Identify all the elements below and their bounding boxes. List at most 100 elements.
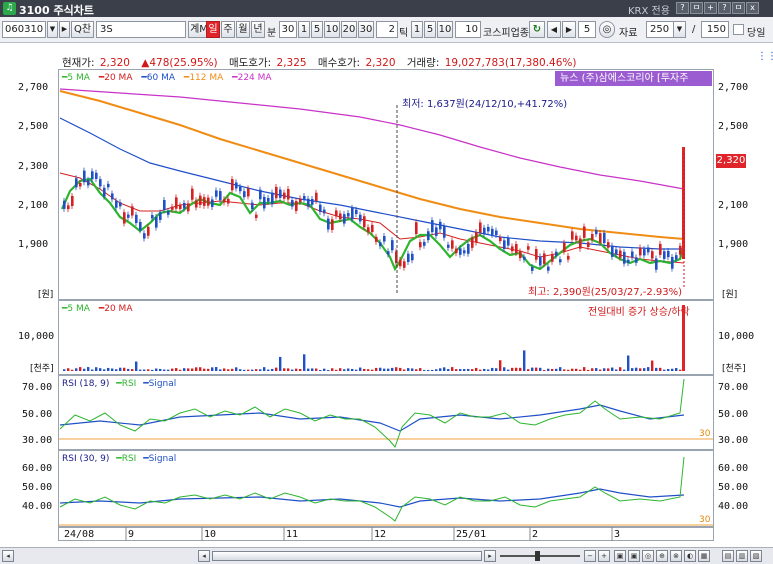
chart-area: 현재가: 2,320 ▲478(25.95%) 매도호가: 2,325 매수호가… [0, 43, 773, 547]
tool2-icon[interactable]: ▣ [628, 550, 640, 562]
tick2-input[interactable]: 10 [455, 21, 481, 38]
zoom-slider-track[interactable] [500, 555, 580, 557]
rsi2-y-label: 50.00 [22, 482, 53, 493]
zoom-slider-handle[interactable] [535, 551, 540, 561]
zoom-in-icon[interactable]: + [598, 550, 610, 562]
price-unit-right: [원] [722, 290, 738, 300]
tool6-icon[interactable]: ◐ [684, 550, 696, 562]
rsi1-y-label: 50.00 [22, 409, 53, 420]
add-button[interactable]: + [704, 2, 717, 14]
volume-unit-left: [천주] [30, 364, 54, 374]
zoom-out-icon[interactable]: − [584, 550, 596, 562]
tool10-icon[interactable]: ▧ [750, 550, 762, 562]
current-price-label: 현재가: [62, 57, 95, 69]
price-legend: ━5 MA ━20 MA ━60 MA ━112 MA ━224 MA [62, 73, 272, 83]
scroll-start-icon[interactable]: ◂ [198, 550, 210, 562]
price-unit-left: [원] [38, 290, 54, 300]
volume-legend: ━5 MA ━20 MA [62, 304, 133, 314]
price-y-label: 2,300 [18, 161, 49, 172]
next-arrow-icon[interactable]: ▶ [59, 21, 70, 38]
total-input[interactable]: 150 [701, 21, 729, 38]
vol-ma20-legend: 20 MA [104, 304, 133, 314]
tick-input[interactable]: 2 [376, 21, 398, 38]
period-year-button[interactable]: 년 [251, 21, 265, 38]
news-banner[interactable]: 뉴스 (주)삼에스코리아 [투자주 [555, 71, 712, 86]
title-bar: ♫ 3100 주식차트 KRX 전용 ? ㅁ + ? ㅁ x [0, 0, 773, 17]
price-panel[interactable] [58, 69, 714, 300]
code-dropdown-icon[interactable]: ▼ [47, 21, 58, 38]
app-logo-icon: ♫ [3, 2, 16, 15]
price-y-label-right: 2,100 [718, 200, 749, 211]
indicator-list-icon[interactable]: ⋮⋮ [757, 51, 773, 62]
market-label: 코스피업종 [483, 28, 529, 39]
layout-button[interactable]: ㅁ [690, 2, 703, 14]
search-button[interactable]: Q찬 [71, 21, 94, 38]
ma20-legend: 20 MA [104, 73, 133, 83]
rsi1-threshold: 30 [699, 429, 711, 439]
rsi1-signal-legend: Signal [148, 379, 177, 389]
ma224-legend: 224 MA [237, 73, 272, 83]
today-checkbox[interactable] [733, 24, 744, 35]
next-step-arrow-icon[interactable]: ▶ [562, 21, 576, 38]
x-axis-label: 9 [128, 529, 135, 540]
stock-name-field[interactable]: 3S [96, 21, 186, 38]
scroll-thumb[interactable] [212, 551, 482, 561]
tool4-icon[interactable]: ⊕ [656, 550, 668, 562]
minute-input[interactable]: 30 [279, 21, 297, 38]
step-input[interactable]: 5 [578, 21, 596, 38]
data-count-dropdown-icon[interactable]: ▼ [673, 21, 686, 38]
tick2-1-button[interactable]: 1 [411, 21, 423, 38]
tool5-icon[interactable]: ⊗ [670, 550, 682, 562]
tick-10-button[interactable]: 10 [324, 21, 340, 38]
rsi2-title: RSI (30, 9) [62, 454, 110, 464]
rsi2-rsi-legend: RSI [121, 454, 137, 464]
today-label: 당일 [747, 28, 766, 39]
rsi1-y-label: 30.00 [22, 435, 53, 446]
tool9-icon[interactable]: ▥ [736, 550, 748, 562]
close-button[interactable]: x [746, 2, 759, 14]
ask-value: 2,325 [276, 57, 307, 69]
period-month-button[interactable]: 월 [236, 21, 250, 38]
info-button[interactable]: ? [718, 2, 731, 14]
maximize-button[interactable]: ㅁ [732, 2, 745, 14]
scroll-end-icon[interactable]: ▸ [484, 550, 496, 562]
tick2-10-button[interactable]: 10 [437, 21, 453, 38]
quote-info-bar: 현재가: 2,320 ▲478(25.95%) 매도호가: 2,325 매수호가… [62, 55, 578, 70]
tool3-icon[interactable]: ◎ [642, 550, 654, 562]
x-axis-label: 11 [286, 529, 299, 540]
volume-unit-right: [천주] [722, 364, 746, 374]
tool1-icon[interactable]: ▣ [614, 550, 626, 562]
ma5-legend: 5 MA [67, 73, 90, 83]
settings-circle-icon[interactable]: ◎ [599, 21, 615, 38]
rsi1-title: RSI (18, 9) [62, 379, 110, 389]
volume-y-label-right: 10,000 [718, 331, 755, 342]
tick-5-button[interactable]: 5 [311, 21, 323, 38]
tick-20-button[interactable]: 20 [341, 21, 357, 38]
tick2-5-button[interactable]: 5 [424, 21, 436, 38]
rsi2-signal-legend: Signal [148, 454, 177, 464]
prev-arrow-icon[interactable]: ◀ [547, 21, 561, 38]
tick-30-button[interactable]: 30 [358, 21, 374, 38]
vol-ma5-legend: 5 MA [67, 304, 90, 314]
price-y-label: 2,700 [18, 82, 49, 93]
x-axis-label: 25/01 [456, 529, 487, 540]
tick-label: 틱 [399, 28, 409, 39]
rsi2-y-label-right: 50.00 [718, 482, 749, 493]
period-day-button[interactable]: 일 [206, 21, 220, 38]
bid-label: 매수호가: [317, 57, 361, 69]
rsi1-y-label-right: 50.00 [718, 409, 749, 420]
price-y-label-right: 2,700 [718, 82, 749, 93]
tick-1-button[interactable]: 1 [298, 21, 310, 38]
toolbar: 060310 ▼ ▶ Q찬 3S 계M 일 주 월 년 분 30 1 5 10 … [0, 17, 773, 43]
refresh-icon[interactable]: ↻ [529, 21, 545, 38]
bottom-scrollbar[interactable]: ◂ ◂ ▸ − + ▣ ▣ ◎ ⊕ ⊗ ◐ ▦ ▤ ▥ ▧ [0, 547, 773, 564]
stock-code-input[interactable]: 060310 [2, 21, 46, 38]
volume-y-label: 10,000 [18, 331, 55, 342]
scroll-left-icon[interactable]: ◂ [2, 550, 14, 562]
tool7-icon[interactable]: ▦ [698, 550, 710, 562]
help-button[interactable]: ? [676, 2, 689, 14]
rsi1-y-label-right: 30.00 [718, 435, 749, 446]
period-week-button[interactable]: 주 [221, 21, 235, 38]
rsi2-y-label: 60.00 [22, 463, 53, 474]
tool8-icon[interactable]: ▤ [722, 550, 734, 562]
